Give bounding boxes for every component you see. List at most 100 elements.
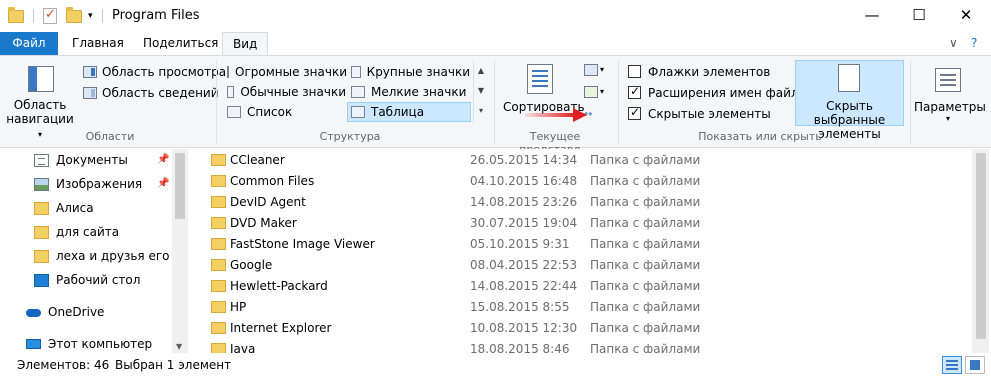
sidebar-item-label: Документы <box>56 153 128 167</box>
scroll-up-icon[interactable]: ▲ <box>474 61 488 81</box>
large-icons-view-button[interactable] <box>965 356 985 374</box>
file-date: 04.10.2015 16:48 <box>470 173 578 188</box>
scroll-down-icon[interactable]: ▼ <box>474 81 488 101</box>
folder-icon <box>211 322 226 334</box>
view-label: Обычные значки <box>240 85 346 99</box>
scrollbar-thumb[interactable] <box>175 153 185 219</box>
sidebar-item-pictures[interactable]: Изображения <box>34 173 142 195</box>
new-folder-icon[interactable] <box>66 6 82 26</box>
sidebar-item-documents[interactable]: Документы <box>34 149 128 171</box>
table-row[interactable]: CCleaner 26.05.2015 14:34 Папка с файлам… <box>189 149 972 170</box>
details-pane-button[interactable]: Область сведений <box>83 83 219 102</box>
computer-icon <box>26 339 41 349</box>
navigation-pane-button[interactable]: Область навигации ▾ <box>6 60 74 139</box>
sidebar-item-desktop[interactable]: Рабочий стол <box>34 269 140 291</box>
checkbox[interactable] <box>628 105 641 120</box>
table-row[interactable]: DVD Maker 30.07.2015 19:04 Папка с файла… <box>189 212 972 233</box>
tab-file[interactable]: Файл <box>0 32 58 55</box>
pin-icon[interactable]: 📌 <box>157 154 169 165</box>
file-name: FastStone Image Viewer <box>230 236 375 251</box>
sidebar-item-for-site[interactable]: для сайта <box>34 221 119 243</box>
view-list[interactable]: Список <box>224 102 346 122</box>
view-small-icons[interactable]: Мелкие значки <box>348 82 470 102</box>
checkbox[interactable] <box>628 65 641 78</box>
pin-icon[interactable]: 📌 <box>157 178 169 189</box>
options-button[interactable]: Параметры ▾ <box>914 60 986 126</box>
title-bar: ▾ Program Files — ☐ ✕ <box>0 0 991 32</box>
view-details[interactable]: Таблица <box>347 102 471 122</box>
file-name: Hewlett-Packard <box>230 278 328 293</box>
chevron-down-icon: ▾ <box>37 130 42 139</box>
add-columns-button[interactable]: ▾ <box>584 86 608 100</box>
sidebar-item-label: Изображения <box>56 177 143 191</box>
pictures-icon <box>34 177 49 191</box>
sidebar-item-this-pc[interactable]: Этот компьютер <box>26 333 152 355</box>
view-extra-large-icons[interactable]: Огромные значки <box>224 62 347 82</box>
tab-share[interactable]: Поделиться <box>133 32 228 55</box>
table-row[interactable]: Internet Explorer 10.08.2015 12:30 Папка… <box>189 317 972 338</box>
view-label: Крупные значки <box>366 65 470 79</box>
minimize-button[interactable]: — <box>849 0 895 30</box>
navigation-pane-icon <box>28 66 54 92</box>
checkbox-hidden-items[interactable]: Скрытые элементы <box>628 104 771 123</box>
large-icons-view-icon <box>970 360 980 370</box>
scroll-down-icon[interactable]: ▼ <box>176 342 182 351</box>
folder-icon <box>211 301 226 313</box>
table-row[interactable]: Google 08.04.2015 22:53 Папка с файлами <box>189 254 972 275</box>
view-label: Таблица <box>371 105 425 119</box>
folder-icon <box>34 249 49 263</box>
file-list-scrollbar[interactable] <box>972 149 989 353</box>
hide-selected-items-button[interactable]: Скрыть выбранные элементы <box>795 60 904 141</box>
table-row[interactable]: Hewlett-Packard 14.08.2015 22:44 Папка с… <box>189 275 972 296</box>
properties-icon[interactable] <box>43 6 57 26</box>
tab-view[interactable]: Вид <box>222 32 268 56</box>
nav-scrollbar[interactable]: ▼ <box>172 149 188 353</box>
options-label: Параметры <box>914 100 986 114</box>
gallery-more-icon[interactable]: ▾ <box>474 101 488 121</box>
customize-toolbar-icon[interactable]: ▾ <box>88 6 93 26</box>
checkbox-label: Скрытые элементы <box>648 106 771 121</box>
preview-pane-button[interactable]: Область просмотра <box>83 62 226 81</box>
file-type: Папка с файлами <box>590 173 701 188</box>
hide-selected-label: Скрыть выбранные <box>813 99 886 127</box>
details-view-button[interactable] <box>942 356 962 374</box>
checkbox[interactable] <box>628 84 641 99</box>
folder-icon <box>211 217 226 229</box>
view-medium-icons[interactable]: Обычные значки <box>224 82 346 102</box>
group-by-button[interactable]: ▾ <box>584 64 608 78</box>
table-row[interactable]: HP 15.08.2015 8:55 Папка с файлами <box>189 296 972 317</box>
annotation-arrow <box>525 108 587 122</box>
maximize-button[interactable]: ☐ <box>896 0 942 30</box>
desktop-icon <box>34 273 49 287</box>
list-icon <box>227 106 241 118</box>
sidebar-item-onedrive[interactable]: OneDrive <box>26 301 104 323</box>
help-icon[interactable]: ? <box>971 36 977 50</box>
divider <box>102 9 103 23</box>
view-large-icons[interactable]: Крупные значки <box>348 62 470 82</box>
table-row[interactable]: FastStone Image Viewer 05.10.2015 9:31 П… <box>189 233 972 254</box>
table-row[interactable]: Java 18.08.2015 8:46 Папка с файлами <box>189 338 972 353</box>
file-date: 05.10.2015 9:31 <box>470 236 570 251</box>
details-icon <box>351 106 365 118</box>
table-row[interactable]: Common Files 04.10.2015 16:48 Папка с фа… <box>189 170 972 191</box>
table-row[interactable]: DevID Agent 14.08.2015 23:26 Папка с фай… <box>189 191 972 212</box>
sidebar-item-label: Этот компьютер <box>48 337 153 351</box>
file-type: Папка с файлами <box>590 320 701 335</box>
file-name: DVD Maker <box>230 215 297 230</box>
scrollbar-thumb[interactable] <box>976 153 986 339</box>
layout-gallery-scroll[interactable]: ▲ ▼ ▾ <box>473 61 488 123</box>
size-columns-button[interactable]: ↔ <box>584 106 604 120</box>
checkbox-item-checkboxes[interactable]: Флажки элементов <box>628 62 770 81</box>
file-name: Internet Explorer <box>230 320 332 335</box>
checkbox-file-extensions[interactable]: Расширения имен файлов <box>628 83 813 102</box>
sidebar-item-alisa[interactable]: Алиса <box>34 197 94 219</box>
folder-icon <box>211 343 226 353</box>
group-label-show-hide: Показать или скрыть <box>698 130 822 143</box>
sidebar-item-friends[interactable]: леха и друзья его <box>34 245 169 267</box>
navigation-pane-label: Область <box>13 98 67 112</box>
close-button[interactable]: ✕ <box>943 0 989 30</box>
chevron-down-icon[interactable]: ∨ <box>949 36 958 50</box>
sidebar-item-label: OneDrive <box>48 305 105 319</box>
tab-home[interactable]: Главная <box>62 32 134 55</box>
file-date: 10.08.2015 12:30 <box>470 320 578 335</box>
